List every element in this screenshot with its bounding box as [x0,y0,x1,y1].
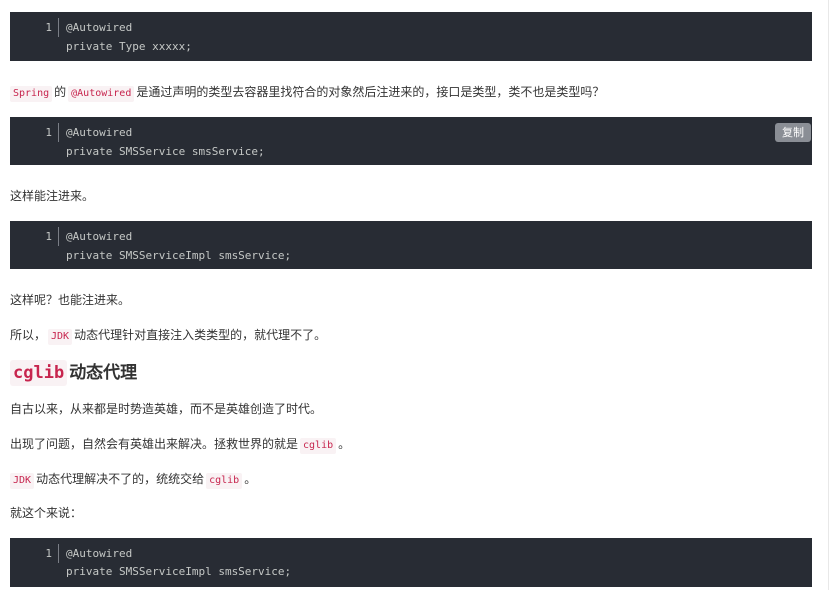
code-line: private SMSService smsService; [66,145,265,158]
text: 出现了问题，自然会有英雄出来解决。拯救世界的就是 [10,437,299,451]
code-line: @Autowired [66,230,133,243]
heading-code: cglib [10,360,68,386]
inline-code: JDK [10,473,35,489]
text: 是通过声明的类型去容器里找符合的对象然后注进来的，接口是类型，类不也是类型吗？ [136,85,605,99]
code-block: 1 @Autowired private SMSServiceImpl smsS… [10,538,812,587]
inline-code: cglib [300,438,337,454]
code-block: 1 @Autowired private SMSServiceImpl smsS… [10,221,812,269]
code-block: 1 @Autowired private SMSService smsServi… [10,117,812,165]
inline-code: @Autowired [68,86,135,102]
paragraph: 这样能注进来。 [10,189,95,203]
line-gutter-divider [58,123,59,142]
line-number: 1 [45,547,52,560]
text: 所以， [10,328,47,342]
paragraph: 这样呢？也能注进来。 [10,293,131,307]
line-number: 1 [45,126,52,139]
paragraph: 自古以来，从来都是时势造英雄，而不是英雄创造了时代。 [10,402,323,416]
text: 动态代理针对直接注入类类型的，就代理不了。 [74,328,327,342]
paragraph: JDK 动态代理解决不了的，统统交给 cglib。 [10,469,256,489]
text: 动态代理解决不了的，统统交给 [36,472,205,486]
section-heading: cglib 动态代理 [10,359,137,387]
text: 的 [54,85,67,99]
code-block: 1 @Autowired private Type xxxxx; [10,12,812,61]
copy-button[interactable]: 复制 [775,123,811,142]
code-line: private SMSServiceImpl smsService; [66,249,292,262]
code-line: @Autowired [66,126,133,139]
line-number: 1 [45,230,52,243]
inline-code: JDK [48,329,73,345]
line-gutter-divider [58,544,59,563]
right-scroll-edge [828,0,829,590]
code-line: @Autowired [66,547,133,560]
code-line: private Type xxxxx; [66,40,192,53]
paragraph: 就这个来说： [10,506,83,520]
code-line: @Autowired [66,21,133,34]
line-number: 1 [45,21,52,34]
code-line: private SMSServiceImpl smsService; [66,565,292,578]
paragraph: 所以， JDK 动态代理针对直接注入类类型的，就代理不了。 [10,325,326,345]
text: 。 [338,437,351,451]
inline-code: Spring [10,86,53,102]
paragraph: Spring 的 @Autowired 是通过声明的类型去容器里找符合的对象然后注进来… [10,82,604,102]
text: 。 [244,472,257,486]
heading-text: 动态代理 [69,363,138,383]
inline-code: cglib [206,473,243,489]
paragraph: 出现了问题，自然会有英雄出来解决。拯救世界的就是 cglib。 [10,434,350,454]
line-gutter-divider [58,227,59,246]
line-gutter-divider [58,18,59,37]
